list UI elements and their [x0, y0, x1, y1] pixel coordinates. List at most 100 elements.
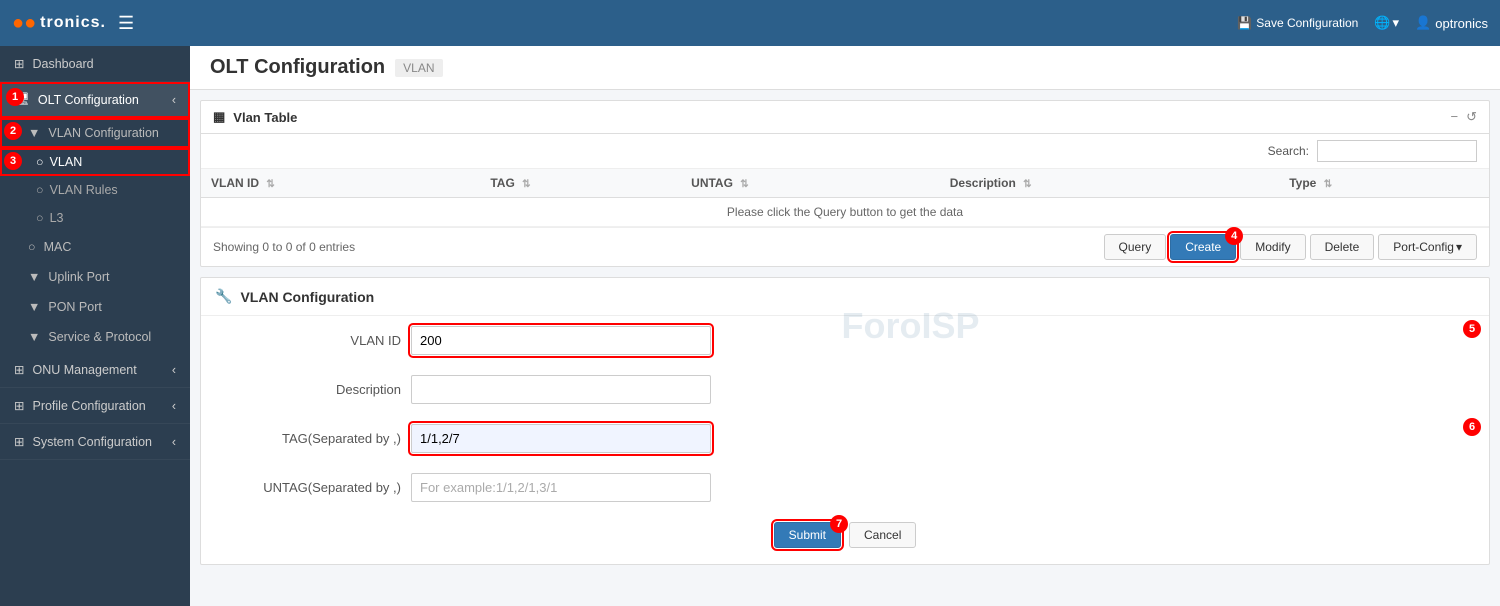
- modify-button[interactable]: Modify: [1240, 234, 1305, 260]
- sidebar-item-vlan-config[interactable]: ▼ VLAN Configuration 2: [0, 118, 190, 148]
- badge-1: 1: [6, 88, 24, 106]
- service-protocol-icon: ▼: [28, 330, 40, 344]
- sidebar: ⊞ Dashboard 🖥 OLT Configuration ‹ 1 ▼ VL…: [0, 46, 190, 606]
- sidebar-item-olt-config[interactable]: 🖥 OLT Configuration ‹ 1: [0, 82, 190, 118]
- search-label: Search:: [1268, 144, 1309, 158]
- col-untag: UNTAG ⇅: [681, 169, 940, 198]
- refresh-icon[interactable]: ↺: [1466, 109, 1477, 125]
- sidebar-label: PON Port: [48, 300, 102, 314]
- logo-text: tronics.: [40, 14, 106, 32]
- delete-button[interactable]: Delete: [1310, 234, 1375, 260]
- vlan-icon: ○: [36, 155, 44, 169]
- form-icon: 🔧: [215, 288, 232, 305]
- main-layout: ⊞ Dashboard 🖥 OLT Configuration ‹ 1 ▼ VL…: [0, 46, 1500, 606]
- sidebar-item-service-protocol[interactable]: ▼ Service & Protocol: [0, 322, 190, 352]
- table-footer: Showing 0 to 0 of 0 entries Query Create…: [201, 227, 1489, 266]
- uplink-port-icon: ▼: [28, 270, 40, 284]
- untag-row: UNTAG(Separated by ,): [201, 463, 1489, 512]
- globe-icon: 🌐: [1374, 15, 1390, 31]
- description-input[interactable]: [411, 375, 711, 404]
- description-label: Description: [221, 382, 401, 397]
- search-row: Search:: [201, 134, 1489, 169]
- query-button[interactable]: Query: [1104, 234, 1167, 260]
- chevron-icon: ‹: [172, 435, 176, 449]
- sidebar-label: VLAN Rules: [50, 183, 118, 197]
- sidebar-label: Dashboard: [32, 57, 93, 71]
- col-tag: TAG ⇅: [480, 169, 681, 198]
- profile-icon: ⊞: [14, 398, 24, 413]
- col-description: Description ⇅: [940, 169, 1279, 198]
- sidebar-label: MAC: [44, 240, 72, 254]
- hamburger-icon[interactable]: ☰: [118, 13, 134, 34]
- pon-port-icon: ▼: [28, 300, 40, 314]
- untag-input[interactable]: [411, 473, 711, 502]
- search-input[interactable]: [1317, 140, 1477, 162]
- sidebar-label: VLAN: [50, 155, 83, 169]
- table-header-icons: − ↺: [1451, 109, 1478, 125]
- logo-icon: ●●: [12, 12, 36, 35]
- sidebar-label: Uplink Port: [48, 270, 109, 284]
- onu-mgmt-icon: ⊞: [14, 362, 24, 377]
- page-subtitle: VLAN: [395, 59, 442, 77]
- sidebar-item-l3[interactable]: ○ L3: [0, 204, 190, 232]
- vlan-form-card: 🔧 VLAN Configuration VLAN ID 5 Descripti…: [200, 277, 1490, 565]
- sidebar-item-pon-port[interactable]: ▼ PON Port: [0, 292, 190, 322]
- logo: ●● tronics.: [12, 12, 106, 35]
- sort-icon[interactable]: ⇅: [1324, 179, 1332, 190]
- badge-7: 7: [830, 515, 848, 533]
- navbar: ●● tronics. ☰ 💾 Save Configuration 🌐 ▾ 👤…: [0, 0, 1500, 46]
- dropdown-arrow-icon: ▾: [1456, 240, 1462, 254]
- sidebar-label: ONU Management: [32, 363, 136, 377]
- save-config-button[interactable]: 💾 Save Configuration: [1237, 16, 1358, 30]
- minimize-icon[interactable]: −: [1451, 109, 1459, 125]
- description-row: Description: [201, 365, 1489, 414]
- chevron-icon: ‹: [172, 363, 176, 377]
- badge-6: 6: [1463, 418, 1481, 436]
- sidebar-item-onu-management[interactable]: ⊞ ONU Management ‹: [0, 352, 190, 388]
- table-empty-row: Please click the Query button to get the…: [201, 198, 1489, 227]
- col-vlan-id: VLAN ID ⇅: [201, 169, 480, 198]
- navbar-right: 💾 Save Configuration 🌐 ▾ 👤 optronics: [1237, 15, 1488, 31]
- vlan-table-card: ▦ Vlan Table − ↺ Search: VLAN ID ⇅: [200, 100, 1490, 267]
- user-icon: 👤: [1415, 15, 1431, 31]
- chevron-icon: ‹: [172, 93, 176, 107]
- sort-icon[interactable]: ⇅: [740, 179, 748, 190]
- create-button[interactable]: Create 4: [1170, 234, 1236, 260]
- untag-label: UNTAG(Separated by ,): [221, 480, 401, 495]
- col-type: Type ⇅: [1279, 169, 1489, 198]
- sidebar-item-vlan[interactable]: ○ VLAN 3: [0, 148, 190, 176]
- vlan-config-icon: ▼: [28, 126, 40, 140]
- port-config-button[interactable]: Port-Config ▾: [1378, 234, 1477, 260]
- l3-icon: ○: [36, 211, 44, 225]
- mac-icon: ○: [28, 240, 36, 254]
- sidebar-item-dashboard[interactable]: ⊞ Dashboard: [0, 46, 190, 82]
- cancel-button[interactable]: Cancel: [849, 522, 916, 548]
- vlan-rules-icon: ○: [36, 183, 44, 197]
- sidebar-item-mac[interactable]: ○ MAC: [0, 232, 190, 262]
- user-menu[interactable]: 👤 optronics: [1415, 15, 1488, 31]
- sidebar-item-vlan-rules[interactable]: ○ VLAN Rules: [0, 176, 190, 204]
- sidebar-label: System Configuration: [32, 435, 152, 449]
- sort-icon[interactable]: ⇅: [266, 179, 274, 190]
- sidebar-item-profile-config[interactable]: ⊞ Profile Configuration ‹: [0, 388, 190, 424]
- content-area: ForoISP OLT Configuration VLAN ▦ Vlan Ta…: [190, 46, 1500, 606]
- sidebar-label: Profile Configuration: [32, 399, 145, 413]
- table-actions: Query Create 4 Modify Delete Port-Config…: [1104, 234, 1477, 260]
- save-icon: 💾: [1237, 16, 1252, 30]
- sidebar-item-system-config[interactable]: ⊞ System Configuration ‹: [0, 424, 190, 460]
- system-config-icon: ⊞: [14, 434, 24, 449]
- sidebar-item-uplink-port[interactable]: ▼ Uplink Port: [0, 262, 190, 292]
- empty-message: Please click the Query button to get the…: [201, 198, 1489, 227]
- sort-icon[interactable]: ⇅: [522, 179, 530, 190]
- vlan-id-input[interactable]: [411, 326, 711, 355]
- submit-button[interactable]: Submit 7: [774, 522, 841, 548]
- entries-info: Showing 0 to 0 of 0 entries: [213, 240, 355, 254]
- sidebar-label: VLAN Configuration: [48, 126, 158, 140]
- page-header: OLT Configuration VLAN: [190, 46, 1500, 90]
- sidebar-label: OLT Configuration: [38, 93, 139, 107]
- tag-input[interactable]: [411, 424, 711, 453]
- sort-icon[interactable]: ⇅: [1023, 179, 1031, 190]
- table-card-header: ▦ Vlan Table − ↺: [201, 101, 1489, 134]
- language-selector[interactable]: 🌐 ▾: [1374, 15, 1399, 31]
- chevron-icon: ‹: [172, 399, 176, 413]
